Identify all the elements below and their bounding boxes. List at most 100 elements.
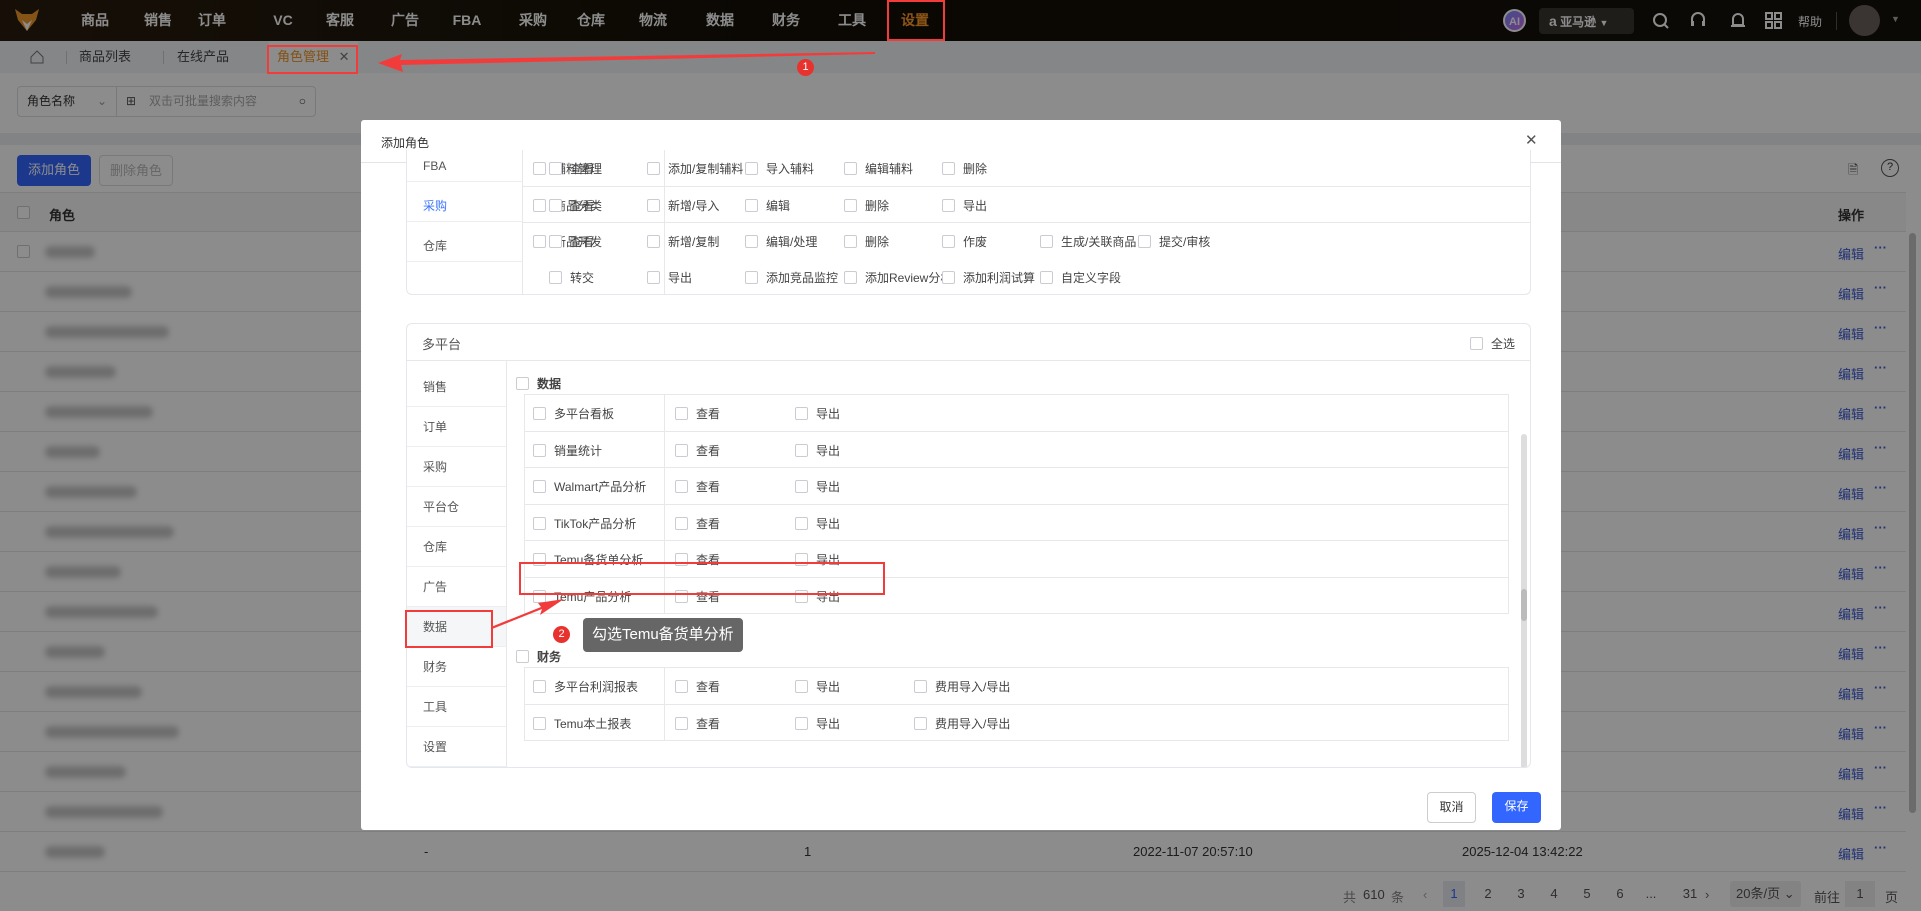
perm-option-checkbox[interactable]: 删除 (844, 233, 889, 250)
perm-group-checkbox[interactable]: 数据 (516, 375, 561, 392)
perm-option-checkbox[interactable]: 添加/复制辅料 (647, 160, 743, 177)
perm-group-label: 数据 (537, 377, 562, 391)
perm-option-label: 查看 (696, 516, 721, 531)
perm-row-label: Temu本土报表 (554, 716, 632, 731)
perm-option-label: 添加/复制辅料 (668, 162, 744, 176)
perm-option-checkbox[interactable]: 添加Review分析 (844, 269, 952, 286)
perm-nav-item[interactable]: FBA (407, 150, 522, 182)
perm-option-checkbox[interactable]: 费用导入/导出 (914, 678, 1010, 695)
perm-nav-item[interactable]: 工具 (407, 687, 506, 727)
perm-option-checkbox[interactable]: 查看 (549, 233, 594, 250)
perm-option-label: 查看 (570, 235, 595, 249)
perm-option-checkbox[interactable]: 导出 (795, 442, 840, 459)
perm-option-checkbox[interactable]: 导出 (795, 678, 840, 695)
perm-option-label: 导出 (816, 407, 841, 421)
annotation-arrow-1 (378, 52, 875, 72)
perm-group-label: 财务 (537, 650, 562, 664)
perm-option-label: 转交 (570, 271, 595, 285)
perm-option-checkbox[interactable]: 费用导入/导出 (914, 715, 1010, 732)
perm-option-checkbox[interactable]: 作废 (942, 233, 987, 250)
perm-option-label: 提交/审核 (1159, 235, 1211, 249)
perm-row-checkbox[interactable]: 销量统计 (533, 442, 602, 459)
perm-nav-item[interactable]: 设置 (407, 727, 506, 767)
perm-nav-item[interactable]: 仓库 (407, 222, 522, 262)
save-button[interactable]: 保存 (1492, 792, 1541, 823)
perm-row-checkbox[interactable]: TikTok产品分析 (533, 515, 636, 532)
perm-option-label: 新增/导入 (668, 199, 720, 213)
perm-option-checkbox[interactable]: 删除 (844, 197, 889, 214)
perm-option-checkbox[interactable]: 导出 (795, 478, 840, 495)
perm-option-checkbox[interactable]: 新增/复制 (647, 233, 719, 250)
perm-row-checkbox[interactable]: Walmart产品分析 (533, 478, 646, 495)
perm-option-checkbox[interactable]: 导出 (942, 197, 987, 214)
section-title: 多平台 (422, 337, 462, 352)
annotation-badge-2: 2 (553, 626, 570, 643)
perm-option-label: 删除 (865, 199, 890, 213)
perm-nav-item[interactable]: 平台仓 (407, 487, 506, 527)
annotation-box-data-nav (405, 610, 493, 648)
perm-option-checkbox[interactable]: 编辑辅料 (844, 160, 913, 177)
perm-option-label: 删除 (865, 235, 890, 249)
perm-nav-item[interactable]: 采购 (407, 182, 522, 222)
panel-scrollbar-thumb[interactable] (1521, 589, 1527, 621)
perm-option-checkbox[interactable]: 导出 (795, 515, 840, 532)
perm-option-label: 导出 (816, 443, 841, 458)
cancel-button[interactable]: 取消 (1427, 792, 1476, 823)
perm-option-label: 导出 (816, 516, 841, 531)
perm-nav-item[interactable]: 采购 (407, 447, 506, 487)
perm-option-label: 自定义字段 (1061, 271, 1122, 285)
perm-option-checkbox[interactable]: 查看 (675, 515, 720, 532)
perm-option-checkbox[interactable]: 提交/审核 (1138, 233, 1210, 250)
select-all-checkbox[interactable]: 全选 (1470, 335, 1515, 352)
perm-option-checkbox[interactable]: 编辑 (745, 197, 790, 214)
perm-option-checkbox[interactable]: 查看 (549, 197, 594, 214)
perm-option-checkbox[interactable]: 导出 (795, 715, 840, 732)
perm-option-checkbox[interactable]: 查看 (549, 160, 594, 177)
add-role-dialog: 添加角色 ✕ FBA 采购 仓库 辅料管理 查看 添加/复制辅料 导入辅料 编辑辅料 删除 商品… (361, 120, 1561, 830)
perm-row-label: 多平台利润报表 (554, 680, 639, 694)
perm-option-label: 编辑/处理 (766, 235, 818, 249)
perm-option-label: 导出 (816, 716, 841, 731)
perm-option-checkbox[interactable]: 查看 (675, 678, 720, 695)
perm-option-label: 查看 (570, 162, 595, 176)
perm-option-label: 查看 (696, 443, 721, 458)
perm-option-checkbox[interactable]: 删除 (942, 160, 987, 177)
perm-option-checkbox[interactable]: 生成/关联商品 (1040, 233, 1136, 250)
perm-nav-item[interactable]: 订单 (407, 407, 506, 447)
perm-row-checkbox[interactable]: 多平台看板 (533, 405, 614, 422)
perm-option-checkbox[interactable]: 查看 (675, 405, 720, 422)
perm-nav-item[interactable]: 财务 (407, 647, 506, 687)
perm-group-checkbox[interactable]: 财务 (516, 648, 561, 665)
perm-option-label: 费用导入/导出 (935, 716, 1011, 731)
perm-option-checkbox[interactable]: 导入辅料 (745, 160, 814, 177)
perm-option-label: 导出 (963, 199, 988, 213)
perm-option-checkbox[interactable]: 编辑/处理 (745, 233, 817, 250)
perm-option-label: 添加Review分析 (865, 271, 953, 285)
perm-option-checkbox[interactable]: 转交 (549, 269, 594, 286)
annotation-box-temu-row (519, 562, 885, 595)
perm-option-label: 新增/复制 (668, 235, 720, 249)
perm-option-checkbox[interactable]: 查看 (675, 442, 720, 459)
perm-row-checkbox[interactable]: Temu本土报表 (533, 715, 631, 732)
perm-option-checkbox[interactable]: 新增/导入 (647, 197, 719, 214)
perm-row-checkbox[interactable]: 多平台利润报表 (533, 678, 638, 695)
close-icon[interactable]: ✕ (1525, 131, 1538, 149)
perm-option-label: 导入辅料 (766, 162, 815, 176)
perm-option-checkbox[interactable]: 导出 (647, 269, 692, 286)
perm-nav-item[interactable]: 仓库 (407, 527, 506, 567)
perm-option-checkbox[interactable]: 添加竞品监控 (745, 269, 838, 286)
perm-option-checkbox[interactable]: 导出 (795, 405, 840, 422)
annotation-badge-1: 1 (797, 59, 814, 76)
perm-option-label: 删除 (963, 162, 988, 176)
permission-panel-top: FBA 采购 仓库 辅料管理 查看 添加/复制辅料 导入辅料 编辑辅料 删除 商品分类 查看 新增/… (406, 150, 1531, 295)
perm-option-label: 查看 (570, 199, 595, 213)
perm-option-label: 编辑 (766, 199, 791, 213)
perm-option-label: 导出 (816, 680, 841, 694)
perm-option-checkbox[interactable]: 自定义字段 (1040, 269, 1121, 286)
perm-option-checkbox[interactable]: 查看 (675, 715, 720, 732)
perm-option-checkbox[interactable]: 添加利润试算 (942, 269, 1035, 286)
perm-row-label: Walmart产品分析 (554, 480, 647, 494)
perm-option-label: 费用导入/导出 (935, 680, 1011, 694)
perm-option-checkbox[interactable]: 查看 (675, 478, 720, 495)
perm-nav-item[interactable]: 销售 (407, 367, 506, 407)
